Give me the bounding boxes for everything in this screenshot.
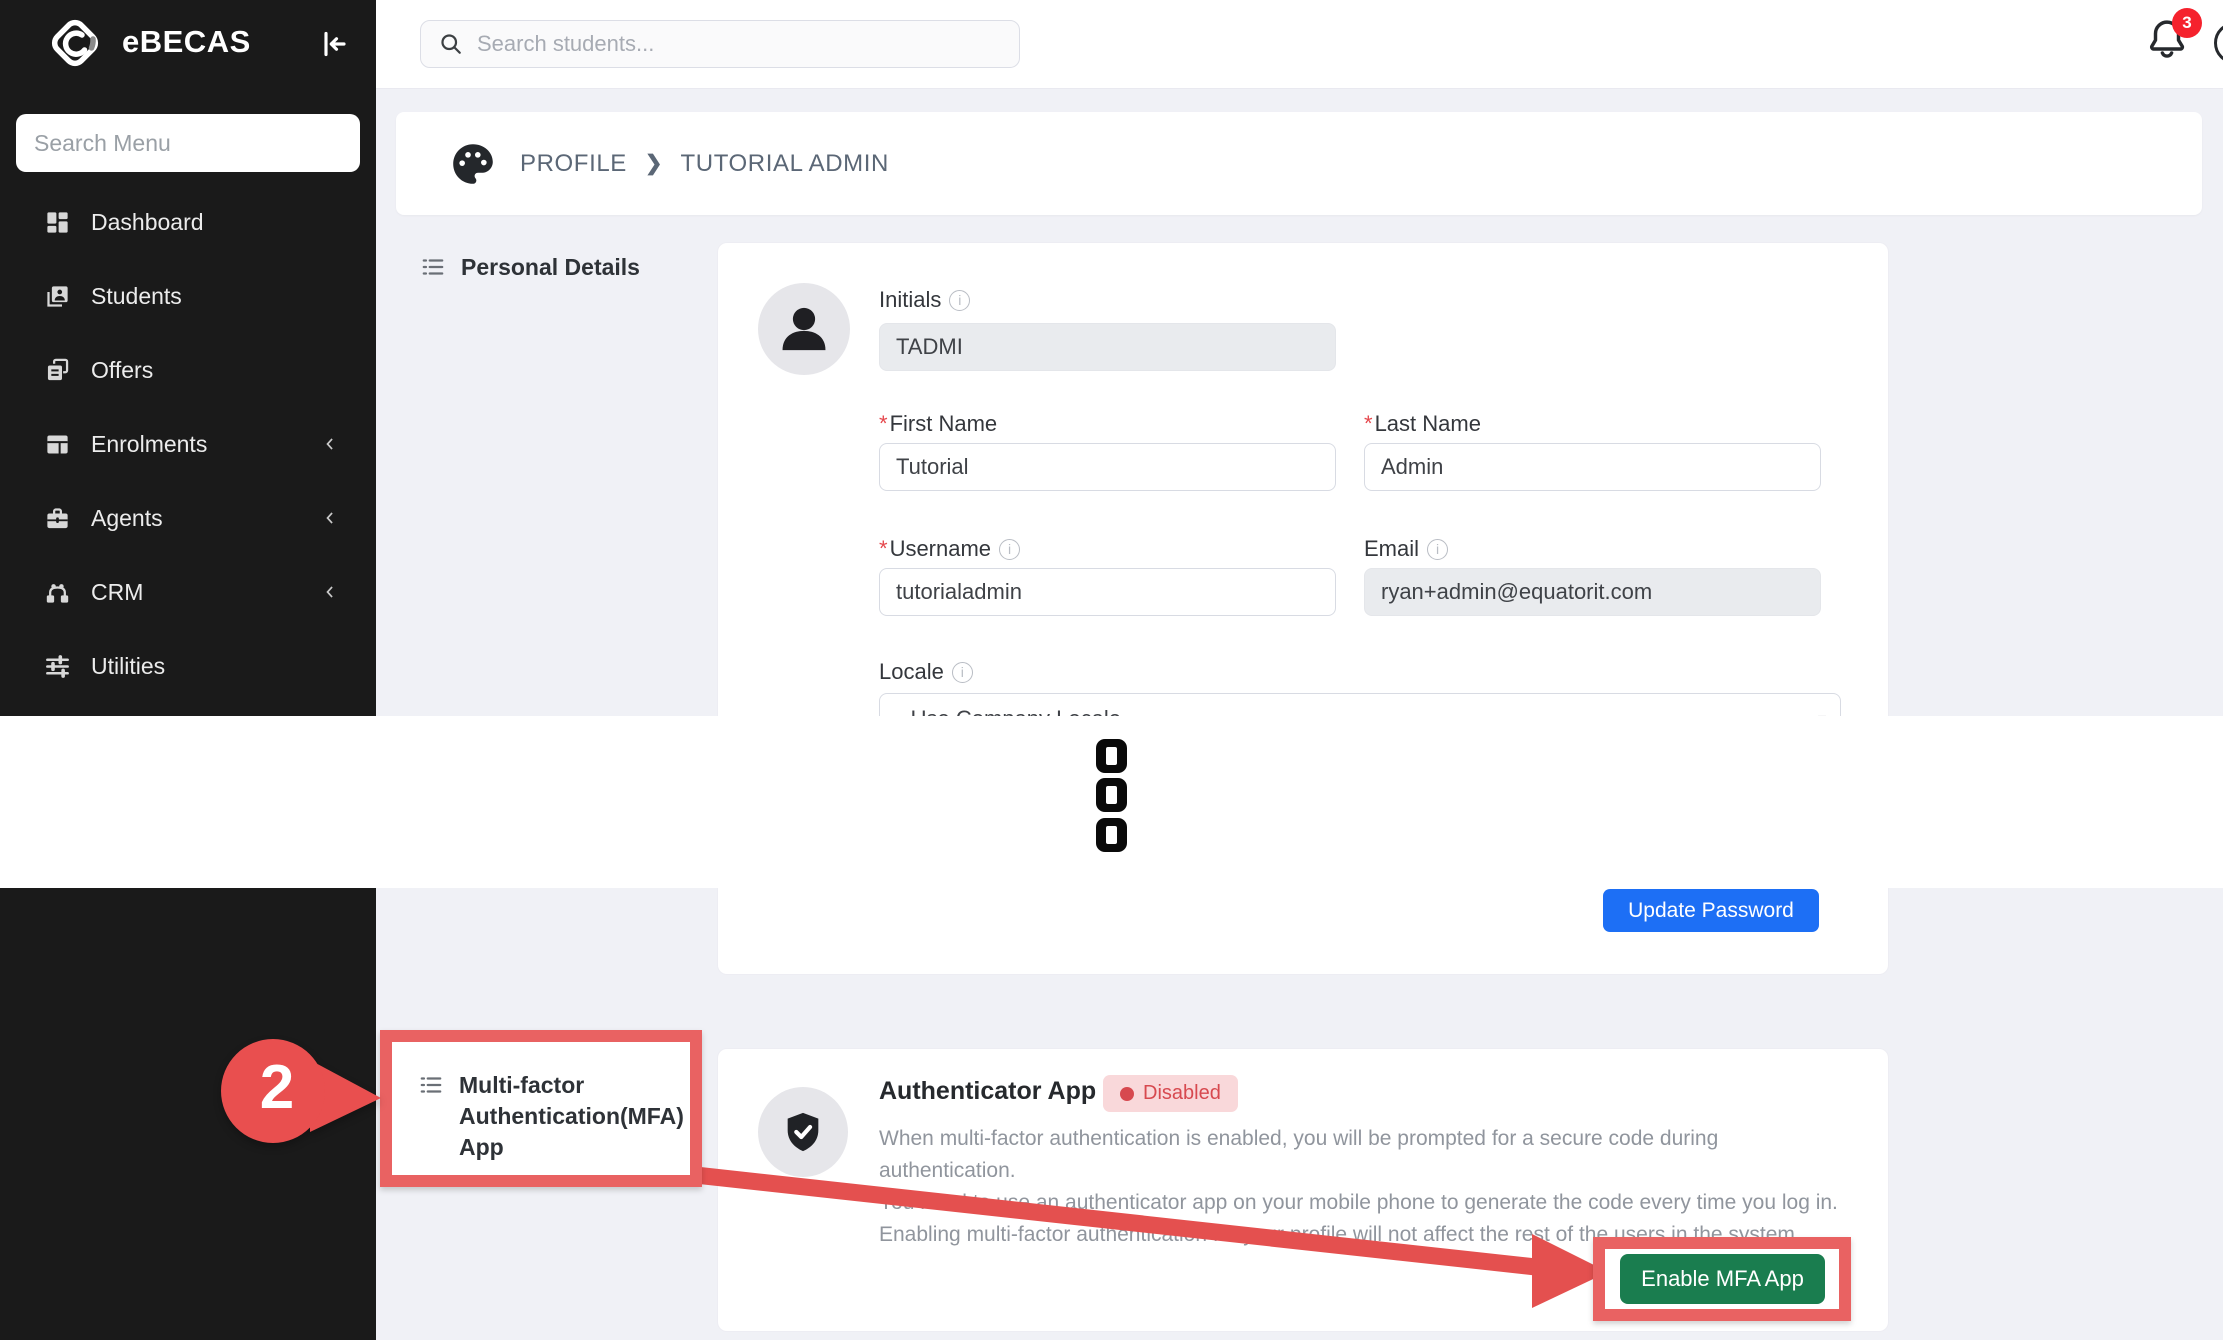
last-name-label: * Last Name xyxy=(1364,411,1481,437)
truncation-glyph xyxy=(1096,778,1127,812)
utilities-icon xyxy=(44,653,71,680)
screenshot-stitch-band xyxy=(0,716,2223,888)
mfa-card-title: Authenticator App xyxy=(879,1077,1096,1106)
truncation-glyph xyxy=(1096,818,1127,852)
breadcrumb-separator-icon: ❯ xyxy=(645,151,663,176)
student-search-input[interactable] xyxy=(477,31,997,57)
last-name-field[interactable] xyxy=(1364,443,1821,491)
username-label: * Username i xyxy=(879,536,1020,562)
sidebar-item-label: Utilities xyxy=(91,653,165,680)
sidebar-item-students[interactable]: Students xyxy=(0,259,376,333)
app-title: eBECAS xyxy=(122,24,251,60)
app-window: eBECAS Dashboard xyxy=(0,0,2223,1340)
sidebar: eBECAS Dashboard xyxy=(0,0,376,716)
sidebar-item-label: CRM xyxy=(91,579,143,606)
help-button[interactable]: ? xyxy=(2214,22,2223,64)
breadcrumb-section[interactable]: PROFILE xyxy=(520,150,627,178)
status-dot-icon xyxy=(1120,1087,1134,1101)
sidebar-item-label: Dashboard xyxy=(91,209,204,236)
status-badge: Disabled xyxy=(1103,1075,1238,1112)
info-icon: i xyxy=(999,539,1020,560)
chevron-left-icon xyxy=(320,508,340,528)
content-area-top: PROFILE ❯ TUTORIAL ADMIN Personal Detail… xyxy=(376,89,2223,716)
sidebar-item-crm[interactable]: CRM xyxy=(0,555,376,629)
locale-select[interactable]: --Use Company Locale-- ▴▾ xyxy=(879,693,1841,716)
truncation-glyph xyxy=(1096,739,1127,773)
enrolments-icon xyxy=(44,431,71,458)
annotation-step-number: 2 xyxy=(237,1052,317,1123)
students-icon xyxy=(44,283,71,310)
menu-search-input[interactable] xyxy=(16,114,360,172)
email-field xyxy=(1364,568,1821,616)
info-icon: i xyxy=(949,290,970,311)
annotation-box-mfa-label: Multi-factor Authentication(MFA) App xyxy=(380,1030,702,1187)
shield-avatar xyxy=(758,1087,848,1177)
notifications-button[interactable]: 3 xyxy=(2144,16,2196,68)
mfa-description-line: You need to use an authenticator app on … xyxy=(879,1187,1859,1219)
mfa-description: When multi-factor authentication is enab… xyxy=(879,1123,1859,1251)
sidebar-item-label: Agents xyxy=(91,505,163,532)
status-text: Disabled xyxy=(1143,1082,1221,1105)
chevron-left-icon xyxy=(320,582,340,602)
list-icon xyxy=(420,254,446,280)
update-password-button[interactable]: Update Password xyxy=(1603,889,1819,932)
list-icon xyxy=(418,1072,444,1098)
sidebar-item-label: Students xyxy=(91,283,182,310)
email-label: Email i xyxy=(1364,536,1448,562)
initials-label: Initials i xyxy=(879,287,970,313)
notification-count-badge: 3 xyxy=(2172,8,2202,38)
profile-avatar xyxy=(758,283,850,375)
section-title: Personal Details xyxy=(461,252,640,283)
select-arrows-icon: ▴▾ xyxy=(1812,709,1824,716)
personal-details-card: Initials i * First Name * Last Name * Us… xyxy=(717,242,1889,716)
sidebar-logo-row: eBECAS xyxy=(0,0,376,88)
sidebar-item-label: Offers xyxy=(91,357,153,384)
student-search xyxy=(420,20,1020,68)
sidebar-item-enrolments[interactable]: Enrolments xyxy=(0,407,376,481)
chevron-left-icon xyxy=(320,434,340,454)
mfa-description-line: When multi-factor authentication is enab… xyxy=(879,1123,1859,1187)
required-marker: * xyxy=(879,411,888,437)
password-card-bottom: Update Password xyxy=(717,888,1889,975)
sidebar-collapse-icon[interactable] xyxy=(314,26,350,62)
sidebar-item-dashboard[interactable]: Dashboard xyxy=(0,185,376,259)
sidebar-item-label: Enrolments xyxy=(91,431,207,458)
offers-icon xyxy=(44,357,71,384)
search-icon xyxy=(437,30,465,58)
sidebar-item-utilities[interactable]: Utilities xyxy=(0,629,376,703)
enable-mfa-button[interactable]: Enable MFA App xyxy=(1620,1254,1825,1304)
shield-check-icon xyxy=(780,1109,826,1155)
locale-label: Locale i xyxy=(879,659,973,685)
first-name-field[interactable] xyxy=(879,443,1336,491)
mfa-section-label: Multi-factor Authentication(MFA) App xyxy=(418,1070,697,1163)
initials-field xyxy=(879,323,1336,371)
username-field[interactable] xyxy=(879,568,1336,616)
topbar: 3 ? Tutorial Admin xyxy=(376,0,2223,89)
section-title: Multi-factor Authentication(MFA) App xyxy=(459,1070,697,1163)
agents-icon xyxy=(44,505,71,532)
breadcrumb-page: TUTORIAL ADMIN xyxy=(681,150,889,178)
info-icon: i xyxy=(1427,539,1448,560)
required-marker: * xyxy=(879,536,888,562)
ebecas-logo-icon xyxy=(44,12,106,74)
sidebar-item-agents[interactable]: Agents xyxy=(0,481,376,555)
crm-icon xyxy=(44,579,71,606)
breadcrumb: PROFILE ❯ TUTORIAL ADMIN xyxy=(396,112,2202,215)
personal-details-section-label: Personal Details xyxy=(420,252,640,283)
sidebar-item-offers[interactable]: Offers xyxy=(0,333,376,407)
locale-value: --Use Company Locale-- xyxy=(896,706,1136,716)
required-marker: * xyxy=(1364,411,1373,437)
dashboard-icon xyxy=(44,209,71,236)
palette-icon xyxy=(448,139,498,189)
info-icon: i xyxy=(952,662,973,683)
first-name-label: * First Name xyxy=(879,411,997,437)
